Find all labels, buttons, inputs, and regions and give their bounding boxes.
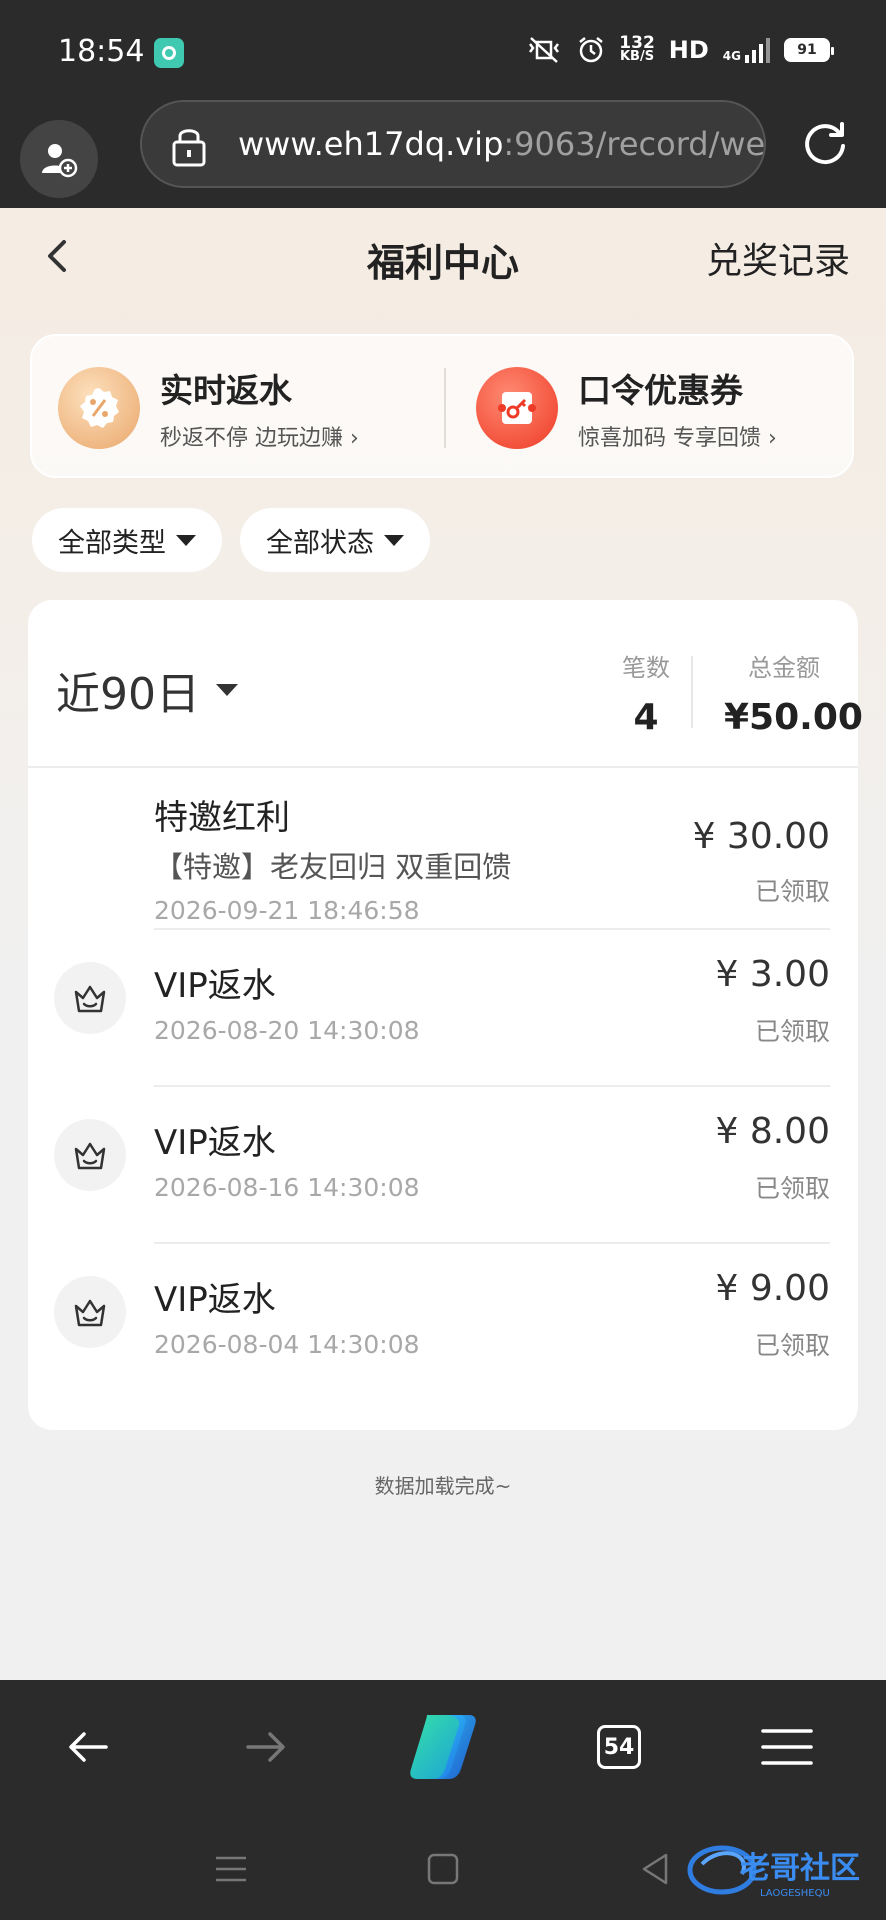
status-bar: 18:54 132 KB/S HD 4G 91: [0, 0, 886, 100]
percent-badge-icon: [58, 367, 140, 449]
load-complete-text: 数据加载完成~: [374, 1474, 512, 1498]
record-item[interactable]: VIP返水 2026-08-16 14:30:08 ¥ 8.00 已领取: [28, 1087, 858, 1244]
back-button[interactable]: [46, 1704, 132, 1790]
tabs-button[interactable]: 54: [576, 1704, 662, 1790]
square-icon: [427, 1853, 459, 1885]
summary-header: 近90日 笔数 4 总金额 ¥50.00: [28, 600, 863, 768]
redeem-records-link[interactable]: 兑奖记录: [706, 232, 850, 284]
hamburger-menu-icon: [761, 1729, 813, 1765]
chevron-right-icon: ›: [768, 426, 777, 451]
system-back-button[interactable]: [630, 1844, 680, 1894]
record-description: 【特邀】老友回归 双重回馈: [154, 850, 512, 884]
record-title: VIP返水: [154, 1280, 276, 1320]
type-filter-dropdown[interactable]: 全部类型: [32, 508, 222, 572]
record-date: 2026-08-20 14:30:08: [154, 1016, 420, 1045]
battery-icon: 91: [784, 38, 834, 62]
caret-down-icon: [216, 684, 238, 696]
crown-icon: [54, 1119, 126, 1191]
svg-text:LAOGESHEQU: LAOGESHEQU: [760, 1888, 830, 1899]
caret-down-icon: [176, 534, 196, 546]
record-item[interactable]: VIP返水 2026-08-20 14:30:08 ¥ 3.00 已领取: [28, 930, 858, 1087]
forward-button[interactable]: [222, 1704, 308, 1790]
count-stat: 笔数 4: [622, 654, 670, 738]
record-amount: ¥ 9.00: [715, 1268, 830, 1309]
promo-card: 实时返水 秒返不停 边玩边赚 › 口令优惠券 惊喜加码 专享回馈 ›: [30, 334, 854, 478]
promo-subtitle: 秒返不停 边玩边赚 ›: [160, 426, 359, 451]
menu-lines-icon: [216, 1856, 246, 1882]
copilot-button[interactable]: [400, 1704, 486, 1790]
record-date: 2026-09-21 18:46:58: [154, 896, 420, 925]
arrow-right-icon: [246, 1732, 285, 1762]
total-amount-stat: 总金额 ¥50.00: [724, 654, 863, 738]
browser-toolbar: 54: [0, 1680, 886, 1814]
url-field[interactable]: www.eh17dq.vip:9063/record/we: [140, 100, 766, 188]
network-speed: 132 KB/S: [619, 33, 655, 64]
status-time: 18:54: [58, 34, 145, 69]
browser-address-bar: www.eh17dq.vip:9063/record/we: [0, 100, 886, 208]
alarm-icon: [579, 37, 604, 63]
status-icons: 132 KB/S HD 4G 91: [525, 33, 834, 64]
record-amount: ¥ 3.00: [715, 954, 830, 995]
home-button[interactable]: [418, 1844, 468, 1894]
period-dropdown[interactable]: 近90日: [56, 658, 238, 722]
watermark-logo: 老哥社区 LAOGESHEQU: [687, 1845, 860, 1899]
welfare-center-page: 福利中心 兑奖记录 实时返水 秒返不停 边玩边赚 › 口令优惠券 惊喜加码 专享…: [0, 208, 886, 1680]
record-date: 2026-08-16 14:30:08: [154, 1173, 420, 1202]
record-title: VIP返水: [154, 1123, 276, 1163]
promo-realtime-rebate[interactable]: 实时返水 秒返不停 边玩边赚 ›: [58, 336, 359, 480]
record-status: 已领取: [754, 1174, 830, 1203]
caret-down-icon: [384, 534, 404, 546]
url-host: www.eh17dq.vip: [238, 125, 504, 163]
system-navigation-bar: 老哥社区 LAOGESHEQU: [0, 1814, 886, 1920]
crown-icon: [54, 962, 126, 1034]
hd-indicator: HD: [668, 36, 709, 64]
record-item[interactable]: 特邀红利 【特邀】老友回归 双重回馈 2026-09-21 18:46:58 ¥…: [28, 768, 858, 930]
recent-apps-button[interactable]: [206, 1844, 256, 1894]
lock-icon: [172, 129, 206, 167]
copilot-icon: [410, 1715, 476, 1779]
network-type: 4G: [722, 49, 741, 63]
mute-vibrate-icon: [529, 37, 560, 63]
triangle-back-icon: [642, 1853, 668, 1885]
profile-button[interactable]: [20, 120, 98, 198]
record-date: 2026-08-04 14:30:08: [154, 1330, 420, 1359]
reload-button[interactable]: [800, 118, 850, 172]
crown-icon: [54, 1276, 126, 1348]
divider: [444, 368, 446, 448]
svg-text:老哥社区: 老哥社区: [740, 1851, 860, 1886]
divider: [691, 656, 693, 728]
promo-password-coupon[interactable]: 口令优惠券 惊喜加码 专享回馈 ›: [476, 336, 777, 480]
records-card: 近90日 笔数 4 总金额 ¥50.00 特邀红利 【特邀】老友回归 双重回馈 …: [28, 600, 863, 1430]
promo-title: 口令优惠券: [578, 371, 743, 410]
notification-app-icon: [154, 38, 184, 68]
tabs-count: 54: [597, 1725, 641, 1769]
menu-button[interactable]: [744, 1704, 830, 1790]
url-path: :9063/record/we: [503, 125, 766, 163]
promo-subtitle: 惊喜加码 专享回馈 ›: [578, 426, 777, 451]
chevron-right-icon: ›: [350, 426, 359, 451]
arrow-left-icon: [69, 1732, 108, 1762]
record-amount: ¥ 30.00: [692, 816, 830, 857]
record-title: 特邀红利: [154, 798, 290, 838]
reload-icon: [805, 122, 845, 165]
key-coupon-icon: [476, 367, 558, 449]
record-status: 已领取: [754, 1331, 830, 1360]
promo-title: 实时返水: [160, 371, 292, 410]
status-filter-dropdown[interactable]: 全部状态: [240, 508, 430, 572]
filter-row: 全部类型 全部状态: [32, 508, 430, 572]
record-title: VIP返水: [154, 966, 276, 1006]
record-item[interactable]: VIP返水 2026-08-04 14:30:08 ¥ 9.00 已领取: [28, 1244, 858, 1401]
signal-icon: [745, 37, 770, 63]
user-add-icon: [42, 144, 78, 178]
record-status: 已领取: [754, 877, 830, 906]
record-status: 已领取: [754, 1017, 830, 1046]
record-amount: ¥ 8.00: [715, 1111, 830, 1152]
